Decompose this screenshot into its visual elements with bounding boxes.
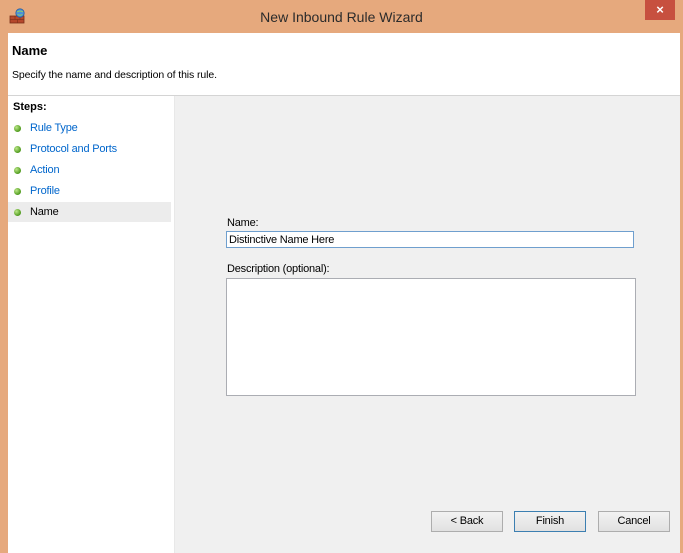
step-status-icon (14, 188, 21, 195)
finish-button[interactable]: Finish (514, 511, 586, 532)
step-profile[interactable]: Profile (8, 181, 171, 201)
step-label: Name (30, 206, 59, 218)
step-status-icon (14, 146, 21, 153)
step-label: Action (30, 164, 60, 176)
step-protocol-and-ports[interactable]: Protocol and Ports (8, 139, 171, 159)
description-label: Description (optional): (227, 263, 330, 275)
window-title: New Inbound Rule Wizard (260, 9, 423, 25)
step-name[interactable]: Name (8, 202, 171, 222)
description-textarea[interactable] (226, 278, 636, 396)
name-label: Name: (227, 217, 259, 229)
step-label: Protocol and Ports (30, 143, 117, 155)
page-title: Name (12, 43, 48, 58)
wizard-window: New Inbound Rule Wizard × Name Specify t… (0, 0, 683, 553)
step-status-icon (14, 167, 21, 174)
title-bar[interactable]: New Inbound Rule Wizard × (0, 0, 683, 33)
steps-panel: Steps: Rule Type Protocol and Ports Acti… (8, 96, 175, 553)
content-panel: Name: Description (optional): < Back Fin… (175, 96, 680, 553)
close-button[interactable]: × (645, 0, 675, 20)
page-subtitle: Specify the name and description of this… (12, 69, 217, 81)
step-rule-type[interactable]: Rule Type (8, 118, 171, 138)
back-button[interactable]: < Back (431, 511, 503, 532)
cancel-button[interactable]: Cancel (598, 511, 670, 532)
step-action[interactable]: Action (8, 160, 171, 180)
wizard-header: Name Specify the name and description of… (8, 33, 680, 96)
step-status-icon (14, 125, 21, 132)
steps-title: Steps: (13, 101, 47, 113)
step-status-icon (14, 209, 21, 216)
step-label: Profile (30, 185, 60, 197)
wizard-body: Name Specify the name and description of… (8, 33, 680, 553)
name-input[interactable] (226, 231, 634, 248)
step-label: Rule Type (30, 122, 78, 134)
